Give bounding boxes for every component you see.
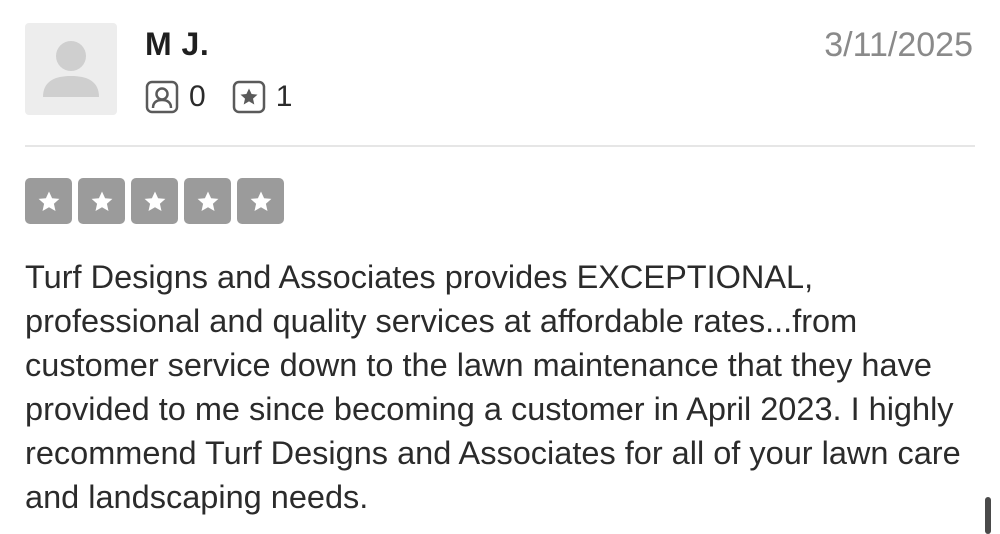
star-icon — [250, 191, 271, 211]
scrollbar[interactable] — [985, 497, 991, 534]
default-user-icon — [43, 41, 99, 97]
user-avatar[interactable] — [25, 23, 117, 115]
rating-star — [131, 178, 178, 224]
rating-star — [78, 178, 125, 224]
user-name[interactable]: M J. — [145, 26, 209, 63]
friends-icon — [145, 80, 179, 114]
reviews-stat: 1 — [232, 80, 293, 114]
review-text: Turf Designs and Associates provides EXC… — [25, 259, 961, 515]
reviews-count: 1 — [275, 80, 293, 113]
star-icon — [144, 191, 165, 211]
star-icon — [91, 191, 112, 211]
rating-star — [184, 178, 231, 224]
user-stats: 0 1 — [145, 80, 318, 114]
rating-star — [237, 178, 284, 224]
friends-count: 0 — [189, 80, 206, 113]
star-rating — [25, 178, 290, 224]
rating-star — [25, 178, 72, 224]
star-icon — [38, 191, 59, 211]
review-star-icon — [232, 80, 266, 114]
friends-stat: 0 — [145, 80, 206, 114]
star-icon — [197, 191, 218, 211]
review-date: 3/11/2025 — [824, 26, 973, 64]
divider — [25, 145, 975, 147]
